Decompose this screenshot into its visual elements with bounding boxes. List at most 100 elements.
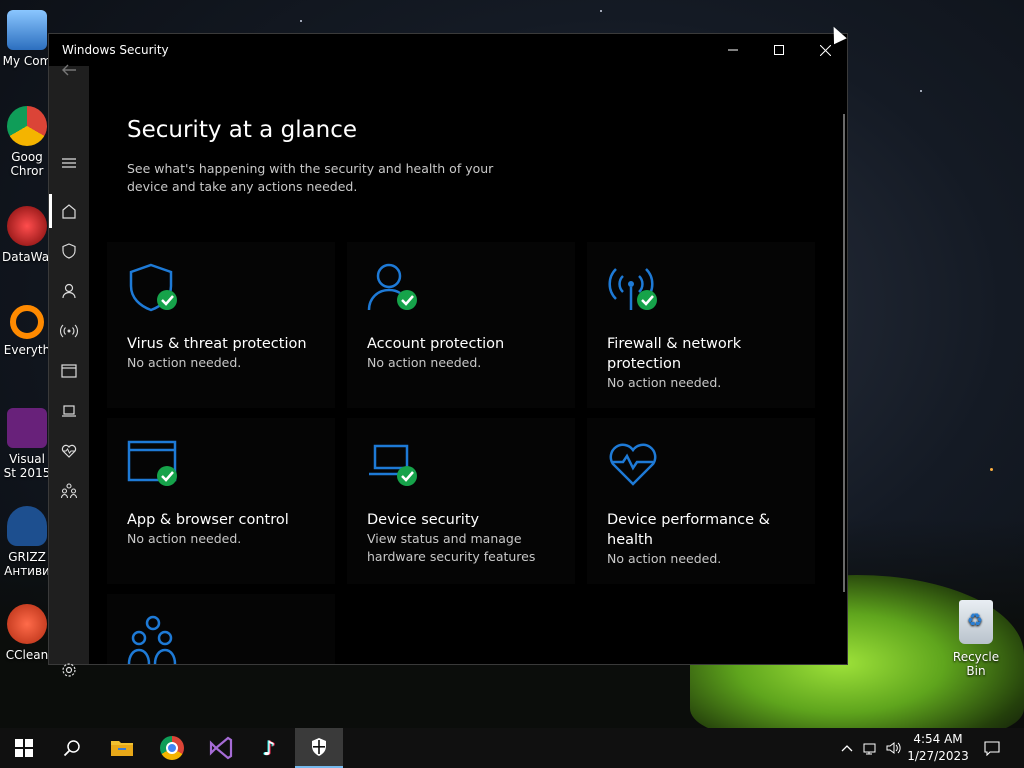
desktop-icon-label: My Com [2,54,52,68]
taskbar-tiktok[interactable]: ♪ [245,728,293,768]
desktop-icon-grizzly[interactable]: GRIZZ Антиви [2,506,52,578]
maximize-icon [774,45,784,55]
taskbar-chrome[interactable] [148,728,196,768]
window-icon [61,364,77,378]
windows-logo-icon [15,739,33,757]
maximize-button[interactable] [756,34,802,66]
desktop-icon-recycle-bin[interactable]: Recycle Bin [942,600,1010,678]
nav-menu-button[interactable] [49,146,89,180]
search-everything-icon [10,305,44,339]
tile-device-security[interactable]: Device security View status and manage h… [347,418,575,584]
tray-volume-button[interactable] [883,728,905,768]
chrome-icon [7,106,47,146]
nav-item-device-security[interactable] [49,394,89,428]
ccleaner-icon [7,604,47,644]
desktop-icon-label: CClean [5,648,49,662]
recycle-bin-label: Recycle Bin [952,650,1000,678]
nav-item-family-options[interactable] [49,474,89,508]
home-icon [62,204,76,219]
shield-icon [62,243,76,259]
taskbar-visual-studio[interactable] [197,728,245,768]
tiktok-icon: ♪ [262,736,276,760]
minimize-button[interactable] [710,34,756,66]
scrollbar[interactable] [843,114,845,592]
family-icon [60,483,78,499]
desktop-icon-my-computer[interactable]: My Com [2,10,52,68]
back-arrow-icon [62,64,76,76]
page-subtitle: See what's happening with the security a… [127,161,494,194]
desktop-icon-visual-studio[interactable]: Visual St 2015 [2,408,52,480]
nav-item-app-browser[interactable] [49,354,89,388]
laptop-icon [62,405,76,417]
back-button[interactable] [49,50,89,90]
computer-icon [7,10,47,50]
tile-device-performance-health[interactable]: Device performance & health No action ne… [587,418,815,584]
tile-family-options[interactable] [107,594,335,664]
tile-status: No action needed. [607,375,722,390]
tile-account-protection[interactable]: Account protection No action needed. [347,242,575,408]
person-icon [367,263,417,311]
nav-item-device-performance[interactable] [49,434,89,468]
network-icon [863,743,876,755]
minimize-icon [728,49,738,51]
tile-status: No action needed. [127,355,242,370]
chevron-up-icon [841,745,853,752]
laptop-icon [369,444,417,486]
volume-icon [886,742,901,754]
action-center-button[interactable] [978,728,1006,768]
nav-item-settings[interactable] [49,653,89,687]
notification-icon [984,740,1000,756]
star [300,20,302,22]
heart-icon [61,444,77,458]
star [920,90,922,92]
tray-network-button[interactable] [860,728,882,768]
desktop-icon-chrome[interactable]: Goog Chror [2,106,52,178]
tile-app-browser-control[interactable]: App & browser control No action needed. [107,418,335,584]
side-nav [49,64,89,677]
tile-title: Virus & threat protection [127,336,307,352]
taskbar-windows-security[interactable] [295,728,343,768]
shield-icon [129,263,177,312]
tile-title: Device security [367,512,480,528]
desktop-icon-ccleaner[interactable]: CClean [2,604,52,662]
tile-firewall-network-protection[interactable]: Firewall & network protection No action … [587,242,815,408]
folder-icon [111,741,133,756]
taskbar-clock[interactable]: 4:54 AM 1/27/2023 [905,731,971,765]
taskbar-search-button[interactable] [48,728,96,768]
family-icon [127,615,177,664]
nav-item-firewall[interactable] [49,314,89,348]
tile-status: View status and manage hardware security… [367,531,536,564]
desktop-icon-label: Everyth [3,343,51,357]
start-button[interactable] [0,728,48,768]
tile-status: No action needed. [127,531,242,546]
star [990,468,993,471]
search-icon [63,740,80,757]
tray-overflow-button[interactable] [836,728,858,768]
tile-title: Firewall & network protection [607,336,742,372]
shield-icon [312,738,326,756]
antenna-icon [60,324,78,338]
tile-virus-threat-protection[interactable]: Virus & threat protection No action need… [107,242,335,408]
taskbar-file-explorer[interactable] [98,728,146,768]
grizzly-icon [7,506,47,546]
nav-item-home[interactable] [49,194,89,228]
nav-item-account-protection[interactable] [49,274,89,308]
desktop-icon-everything[interactable]: Everyth [2,305,52,357]
windows-security-window: Windows Security Security at a glance Se… [48,33,848,677]
main-content: Security at a glance See what's happenin… [89,66,847,664]
star [600,10,602,12]
title-bar[interactable]: Windows Security [49,34,847,66]
close-icon [819,44,831,56]
heart-icon [609,443,657,486]
desktop-icon-label: GRIZZ Антиви [4,550,50,578]
page-title: Security at a glance [127,117,358,143]
datawag-icon [7,206,47,246]
tile-title: Device performance & health [607,512,770,548]
tile-status: No action needed. [367,355,482,370]
nav-item-virus-protection[interactable] [49,234,89,268]
visual-studio-icon [7,408,47,448]
desktop-icon-datawag[interactable]: DataWag [2,206,57,264]
person-icon [62,283,76,299]
clock-date: 1/27/2023 [907,749,969,763]
tile-status: No action needed. [607,551,722,566]
